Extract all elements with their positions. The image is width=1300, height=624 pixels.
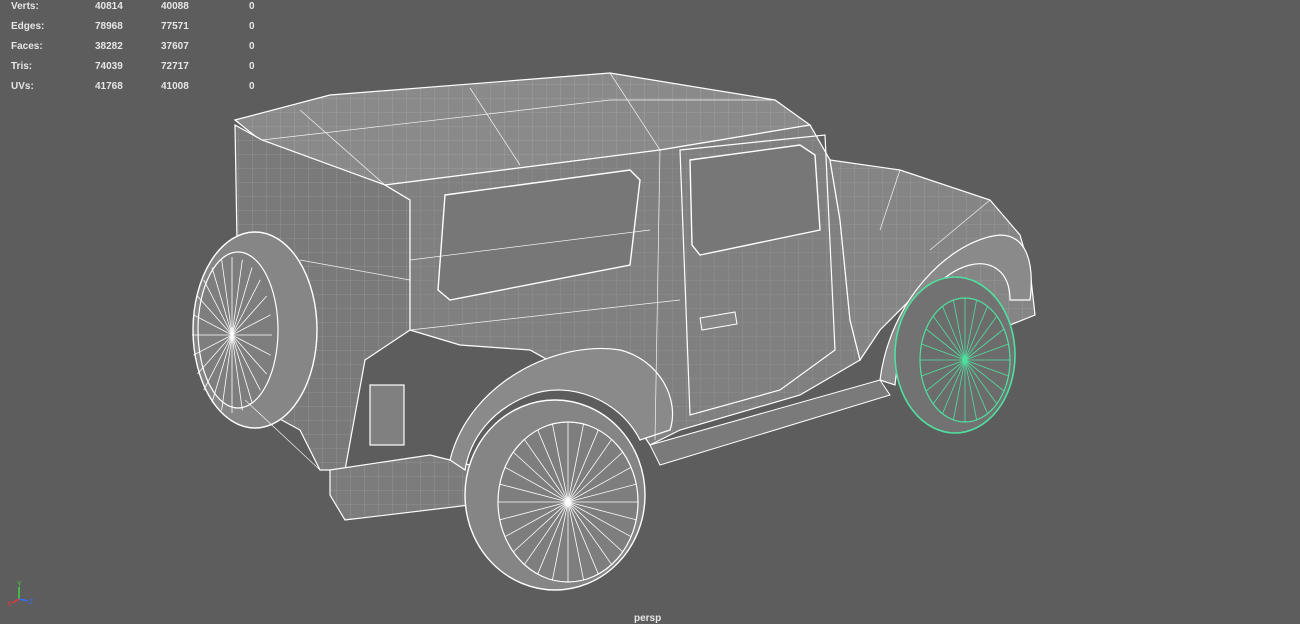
front-wheel-selected	[894, 276, 1016, 434]
hud-value: 0	[249, 61, 255, 72]
axis-gizmo: Y Z X	[7, 581, 34, 608]
y-axis-label: Y	[17, 581, 22, 588]
poly-count-hud: Verts: 40814 40088 0 Edges: 78968 77571 …	[11, 0, 271, 100]
hud-value: 72717	[161, 61, 189, 72]
hud-label: Verts:	[11, 1, 39, 12]
hud-value: 74039	[95, 61, 123, 72]
hud-value: 37607	[161, 41, 189, 52]
spare-tire	[192, 231, 318, 429]
hud-value: 41768	[95, 81, 123, 92]
hud-value: 40814	[95, 1, 123, 12]
z-axis-label: Z	[29, 599, 34, 606]
taillight	[369, 384, 405, 446]
hud-label: Faces:	[11, 41, 43, 52]
hud-row-verts: Verts: 40814 40088 0	[11, 0, 271, 20]
hud-row-faces: Faces: 38282 37607 0	[11, 40, 271, 60]
x-axis-line	[11, 598, 20, 604]
x-axis-label: X	[7, 601, 12, 608]
hud-label: Edges:	[11, 21, 45, 32]
hud-value: 0	[249, 81, 255, 92]
hud-value: 38282	[95, 41, 123, 52]
3d-viewport[interactable]: Verts: 40814 40088 0 Edges: 78968 77571 …	[0, 0, 1300, 624]
hud-value: 40088	[161, 1, 189, 12]
hud-row-uvs: UVs: 41768 41008 0	[11, 80, 271, 100]
hud-value: 77571	[161, 21, 189, 32]
hud-value: 78968	[95, 21, 123, 32]
z-axis-line	[18, 598, 29, 602]
hud-row-edges: Edges: 78968 77571 0	[11, 20, 271, 40]
hud-label: Tris:	[11, 61, 33, 72]
hud-label: UVs:	[11, 81, 34, 92]
hud-value: 0	[249, 21, 255, 32]
hud-value: 0	[249, 1, 255, 12]
hud-row-tris: Tris: 74039 72717 0	[11, 60, 271, 80]
rear-wheel	[464, 399, 646, 591]
hud-value: 41008	[161, 81, 189, 92]
hud-value: 0	[249, 41, 255, 52]
camera-name-label: persp	[634, 613, 662, 624]
